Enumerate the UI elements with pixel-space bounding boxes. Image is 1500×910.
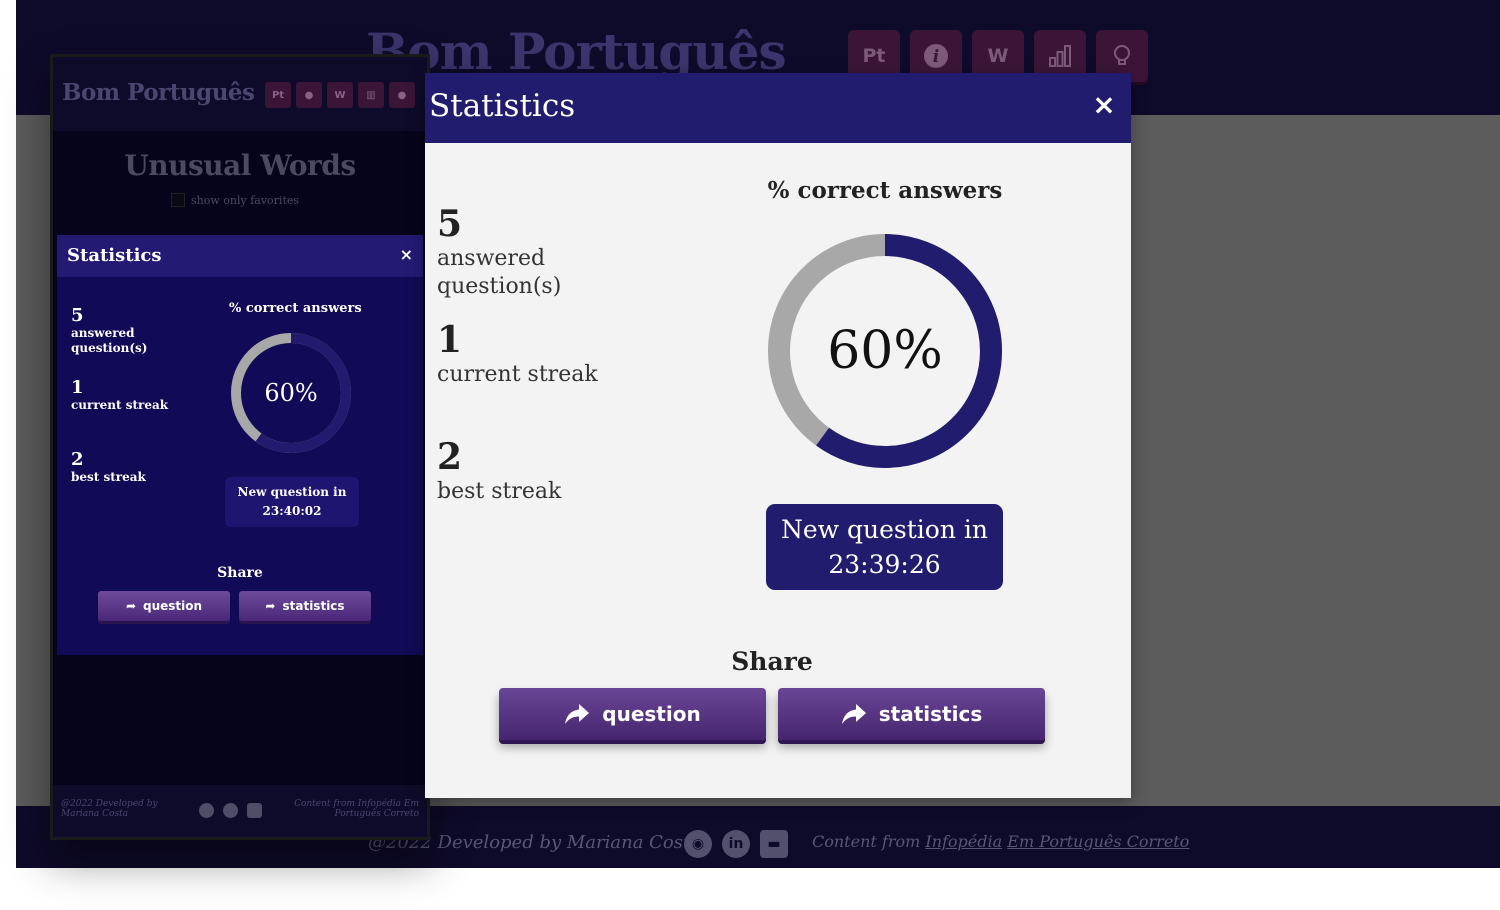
mobile-share-question-button[interactable]: ➦ question <box>98 591 230 621</box>
em-portugues-correto-link[interactable]: Em Português Correto <box>1007 832 1189 851</box>
infopedia-link[interactable]: Infopédia <box>925 832 1002 851</box>
share-label: Share <box>731 647 813 676</box>
correct-answers-label: % correct answers <box>767 177 1003 204</box>
github-icon[interactable]: ◉ <box>684 830 712 858</box>
mobile-share-question-label: question <box>143 599 203 613</box>
portfolio-icon[interactable]: ▬ <box>760 830 788 858</box>
stat-label: answered question(s) <box>437 246 562 299</box>
close-icon[interactable]: × <box>1089 88 1119 121</box>
stat-answered-questions: 5 answered question(s) <box>437 203 657 301</box>
mobile-stat-answered: 5 answered question(s) <box>71 305 171 356</box>
mobile-next-question-label: New question in <box>237 485 347 499</box>
stat-value: 5 <box>437 203 463 245</box>
mobile-next-question-countdown: New question in 23:40:02 <box>225 477 359 527</box>
stat-value: 1 <box>437 319 463 361</box>
favorites-filter[interactable]: show only favorites <box>171 193 299 207</box>
mobile-close-icon[interactable]: × <box>400 245 413 264</box>
stat-best-streak: 2 best streak <box>437 436 657 506</box>
mobile-header-nav: Pt ● W ▥ ● <box>265 82 415 108</box>
mobile-share-statistics-button[interactable]: ➦ statistics <box>239 591 371 621</box>
mobile-stat-best-streak: 2 best streak <box>71 449 171 485</box>
favorites-label: show only favorites <box>191 193 300 207</box>
mobile-modal-title: Statistics <box>67 245 162 266</box>
content-from-label: Content from <box>812 832 921 851</box>
mobile-stat-label: best streak <box>71 470 146 484</box>
mobile-correct-answers-label: % correct answers <box>229 301 362 316</box>
mobile-correct-percent: 60% <box>264 379 318 407</box>
mobile-stat-value: 2 <box>71 449 84 470</box>
share-arrow-icon: ➦ <box>265 599 276 613</box>
share-arrow-icon: ➦ <box>125 599 136 613</box>
statistics-modal: Statistics × 5 answered question(s) 1 cu… <box>425 73 1131 798</box>
statistics-icon[interactable]: ▥ <box>358 82 384 108</box>
mobile-next-question-time: 23:40:02 <box>262 504 322 518</box>
stat-label: current streak <box>437 362 598 387</box>
mobile-content-credit: Content from Infopédia Em Português Corr… <box>294 799 419 819</box>
mobile-preview: Bom Português Pt ● W ▥ ● Unusual Words s… <box>50 54 430 840</box>
linkedin-icon[interactable]: in <box>722 830 750 858</box>
mobile-stat-value: 1 <box>71 377 84 398</box>
mobile-share-statistics-label: statistics <box>282 599 345 613</box>
stat-label: best streak <box>437 479 562 504</box>
linkedin-icon[interactable] <box>223 803 238 818</box>
stat-current-streak: 1 current streak <box>437 319 657 389</box>
next-question-countdown: New question in 23:39:26 <box>766 504 1003 590</box>
mobile-header: Bom Português Pt ● W ▥ ● <box>53 57 427 131</box>
lightbulb-icon[interactable]: ● <box>389 82 415 108</box>
mobile-footer: @2022 Developed by Mariana Costa Content… <box>53 785 427 837</box>
stat-value: 2 <box>437 436 463 478</box>
mobile-stat-value: 5 <box>71 305 84 326</box>
modal-header: Statistics × <box>425 73 1131 143</box>
mobile-share-label: Share <box>217 565 263 581</box>
mobile-stat-current-streak: 1 current streak <box>71 377 171 413</box>
next-question-label: New question in <box>781 515 988 544</box>
share-statistics-button[interactable]: statistics <box>778 688 1045 740</box>
content-credit: Content from Infopédia Em Português Corr… <box>812 832 1189 851</box>
correct-percent: 60% <box>827 321 943 381</box>
github-icon[interactable] <box>199 803 214 818</box>
mobile-developer-credit: @2022 Developed by Mariana Costa <box>61 799 158 819</box>
next-question-time: 23:39:26 <box>828 550 941 579</box>
mobile-app-title-text: Bom Português <box>62 79 255 106</box>
portuguese-flag-icon[interactable]: Pt <box>265 82 291 108</box>
mobile-modal-header: Statistics × <box>57 235 423 277</box>
mobile-app-title[interactable]: Bom Português <box>62 79 255 106</box>
share-question-button[interactable]: question <box>499 688 766 740</box>
unusual-words-icon[interactable]: W <box>327 82 353 108</box>
portfolio-icon[interactable] <box>247 803 262 818</box>
svg-text:i: i <box>933 47 939 67</box>
share-question-label: question <box>602 702 701 726</box>
share-statistics-label: statistics <box>878 702 983 726</box>
info-icon[interactable]: ● <box>296 82 322 108</box>
mobile-page-heading: Unusual Words <box>124 149 356 182</box>
mobile-statistics-modal: Statistics × 5 answered question(s) 1 cu… <box>57 235 423 655</box>
share-arrow-icon <box>841 704 866 724</box>
modal-title: Statistics <box>429 88 576 124</box>
mobile-stat-label: current streak <box>71 398 169 412</box>
mobile-stat-label: answered question(s) <box>71 326 148 355</box>
share-arrow-icon <box>565 704 590 724</box>
favorites-checkbox[interactable] <box>171 193 185 207</box>
